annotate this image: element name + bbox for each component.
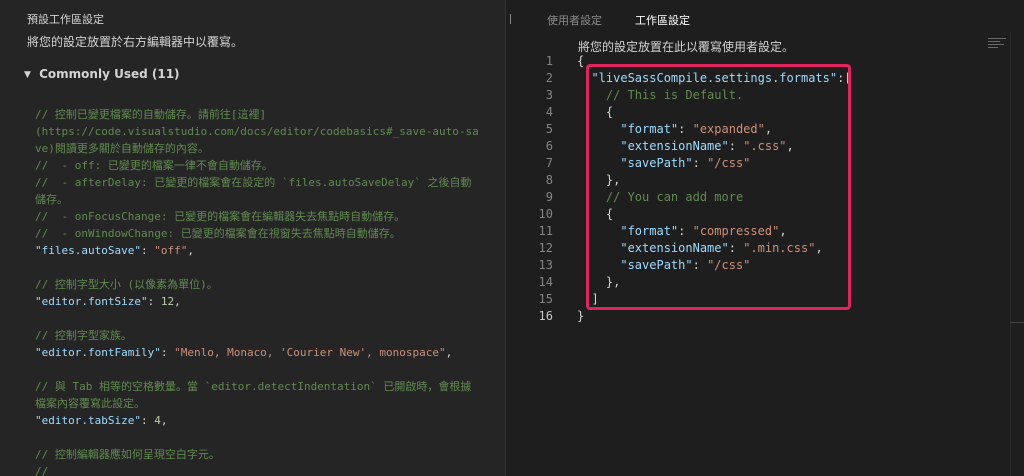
default-settings-title: 預設工作區設定 — [27, 13, 104, 26]
settings-tabs: 使用者設定 工作區設定 — [515, 0, 1024, 32]
tab-user-settings[interactable]: 使用者設定 — [547, 12, 602, 28]
code-token: (https://code.visualstudio.com/docs/edit… — [35, 125, 479, 138]
default-code-line: // - afterDelay: 已變更的檔案會在設定的 `files.auto… — [35, 174, 503, 191]
code-token: } — [577, 309, 585, 323]
default-code-line — [35, 310, 503, 327]
default-code-line: // — [35, 463, 503, 476]
default-settings-pane: 預設工作區設定 將您的設定放置於右方編輯器中以覆寫。 ▼ Commonly Us… — [0, 0, 505, 476]
code-token: // - off: 已變更的檔案一律不會自動儲存。 — [35, 159, 273, 172]
line-number: 11 — [538, 224, 553, 238]
code-token: "editor.fontSize" — [35, 295, 148, 308]
default-code-line: 檔案內容覆寫此設定。 — [35, 395, 503, 412]
code-token: // - onFocusChange: 已變更的檔案會在編輯器失去焦點時自動儲存… — [35, 210, 406, 223]
code-token: 儲存。 — [35, 193, 68, 206]
default-code-line: // - onFocusChange: 已變更的檔案會在編輯器失去焦點時自動儲存… — [35, 208, 503, 225]
default-code-line: // 控制已變更檔案的自動儲存。請前往[這裡] — [35, 106, 503, 123]
default-code-line: // - off: 已變更的檔案一律不會自動儲存。 — [35, 157, 503, 174]
line-number: 3 — [545, 88, 553, 102]
code-token: // 控制字型大小 (以像素為單位)。 — [35, 278, 218, 291]
line-number: 9 — [545, 190, 553, 204]
code-token: // 控制字型家族。 — [35, 329, 132, 342]
default-code-line: (https://code.visualstudio.com/docs/edit… — [35, 123, 503, 140]
code-token: // 與 Tab 相等的空格數量。當 `editor.detectIndenta… — [35, 380, 472, 393]
line-number: 15 — [538, 292, 553, 306]
default-code-line: // - onWindowChange: 已變更的檔案會在視窗失去焦點時自動儲存… — [35, 225, 503, 242]
line-number: 7 — [545, 156, 553, 170]
default-code-line: // 控制編輯器應如何呈現空白字元。 — [35, 446, 503, 463]
code-text: { — [577, 53, 584, 70]
line-number: 6 — [545, 139, 553, 153]
code-token: "Menlo, Monaco, 'Courier New', monospace… — [174, 346, 446, 359]
code-token: // - onWindowChange: 已變更的檔案會在視窗失去焦點時自動儲存… — [35, 227, 401, 240]
line-number: 4 — [545, 105, 553, 119]
code-token: 檔案內容覆寫此設定。 — [35, 397, 145, 410]
code-token: "editor.tabSize" — [35, 414, 141, 427]
code-token: "files.autoSave" — [35, 244, 141, 257]
default-code-line: "editor.fontSize": 12, — [35, 293, 503, 310]
highlight-box — [586, 64, 851, 310]
code-token: { — [577, 54, 585, 68]
line-number: 14 — [538, 275, 553, 289]
code-token: , — [174, 295, 181, 308]
code-token: : — [140, 414, 155, 427]
vertical-scrollbar[interactable] — [1010, 32, 1024, 476]
code-token: , — [160, 414, 168, 427]
line-number: 1 — [545, 54, 553, 68]
code-token: // — [35, 465, 49, 476]
code-token: , — [445, 346, 453, 359]
code-token: // 控制已變更檔案的自動儲存。請前往[這裡] — [35, 108, 267, 121]
editor-line: 16} — [515, 308, 990, 325]
line-number: 13 — [538, 258, 553, 272]
code-token: ve)閱讀更多關於自動儲存的內容。 — [35, 142, 209, 155]
code-token: "editor.fontFamily" — [35, 346, 161, 359]
default-code-line: "files.autoSave": "off", — [35, 242, 503, 259]
code-token: : — [140, 244, 155, 257]
code-token: // - afterDelay: 已變更的檔案會在設定的 `files.auto… — [35, 176, 472, 189]
line-number: 8 — [545, 173, 553, 187]
default-code-line: "editor.tabSize": 4, — [35, 412, 503, 429]
default-code-line — [35, 429, 503, 446]
default-code-line: "editor.fontFamily": "Menlo, Monaco, 'Co… — [35, 344, 503, 361]
code-token: 12 — [160, 295, 175, 308]
default-code-line: // 控制字型家族。 — [35, 327, 503, 344]
default-code-line: 儲存。 — [35, 191, 503, 208]
code-token: "off" — [154, 244, 188, 257]
code-token: // 控制編輯器應如何呈現空白字元。 — [35, 448, 220, 461]
code-token: 4 — [154, 414, 161, 427]
default-code-line — [35, 259, 503, 276]
tab-workspace-settings[interactable]: 工作區設定 — [635, 12, 690, 28]
default-code-line — [35, 361, 503, 378]
line-number: 10 — [538, 207, 553, 221]
line-number: 12 — [538, 241, 553, 255]
code-token: , — [187, 244, 194, 257]
group-label: Commonly Used (11) — [39, 67, 180, 81]
code-text: } — [577, 308, 584, 325]
default-code-line: // 控制字型大小 (以像素為單位)。 — [35, 276, 503, 293]
splitter-handle — [510, 14, 511, 24]
code-token: : — [147, 295, 161, 308]
code-token: : — [160, 346, 175, 359]
default-settings-description: 將您的設定放置於右方編輯器中以覆寫。 — [27, 35, 244, 49]
line-number: 5 — [545, 122, 553, 136]
default-code-line: // 與 Tab 相等的空格數量。當 `editor.detectIndenta… — [35, 378, 503, 395]
chevron-down-icon: ▼ — [24, 70, 31, 80]
line-number: 2 — [545, 71, 553, 85]
minimap[interactable] — [988, 38, 1008, 54]
default-settings-code[interactable]: // 控制已變更檔案的自動儲存。請前往[這裡] (https://code.vis… — [35, 106, 503, 476]
default-code-line: ve)閱讀更多關於自動儲存的內容。 — [35, 140, 503, 157]
commonly-used-group-header[interactable]: ▼ Commonly Used (11) — [24, 67, 180, 81]
line-number: 16 — [538, 309, 553, 323]
overview-ruler-mark — [1010, 322, 1024, 323]
